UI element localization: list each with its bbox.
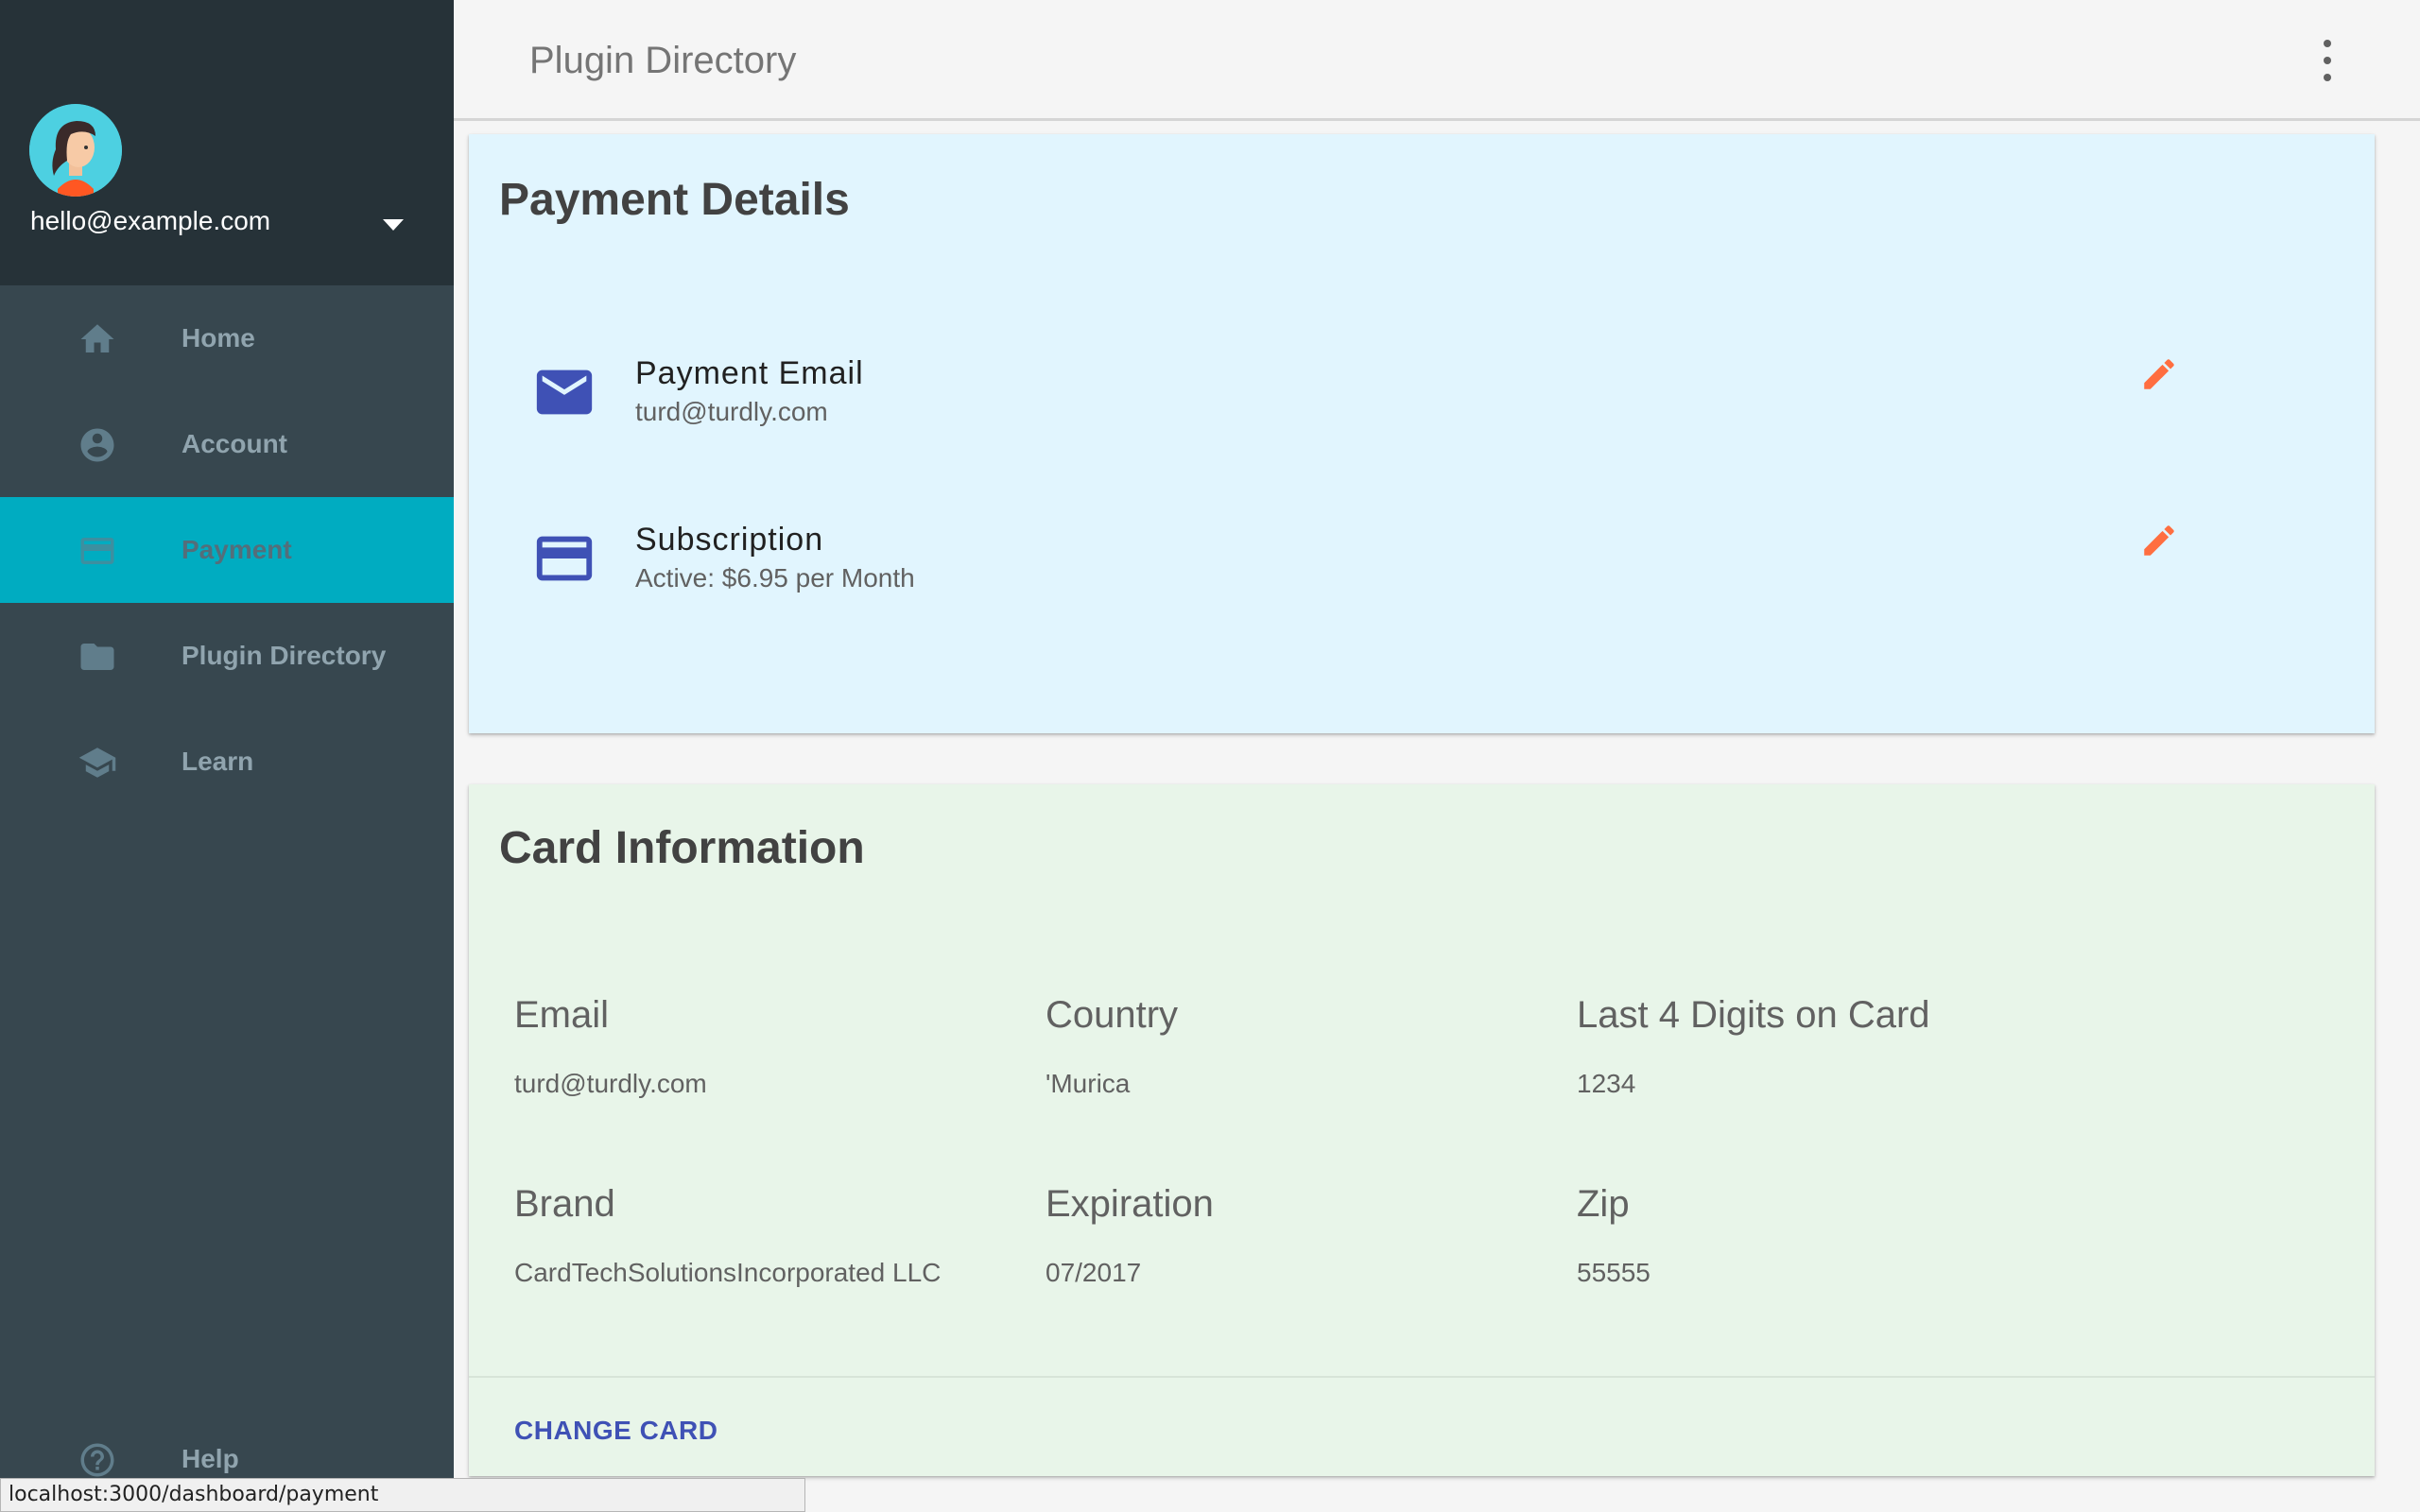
top-app-bar: Plugin Directory	[454, 0, 2420, 121]
email-icon	[531, 359, 597, 425]
change-card-button[interactable]: CHANGE CARD	[514, 1416, 718, 1446]
info-label: Brand	[514, 1183, 615, 1225]
sidebar-item-label: Help	[182, 1444, 239, 1473]
pencil-icon	[2144, 359, 2174, 389]
info-value: CardTechSolutionsIncorporated LLC	[514, 1258, 942, 1287]
subscription-title: Subscription	[635, 522, 824, 558]
info-value: 55555	[1577, 1258, 1651, 1287]
subscription-row: Subscription Active: $6.95 per Month	[469, 518, 2375, 622]
caret-down-icon	[383, 219, 404, 231]
card-information-card: Card Information Email turd@turdly.com C…	[469, 784, 2375, 1476]
sidebar-item-account[interactable]: Account	[0, 391, 454, 497]
sidebar-item-payment[interactable]: Payment	[0, 497, 454, 603]
folder-icon	[78, 637, 117, 677]
card-actions: CHANGE CARD	[469, 1376, 2375, 1476]
edit-payment-email-button[interactable]	[2136, 352, 2182, 397]
sidebar-item-label: Plugin Directory	[182, 641, 387, 670]
subscription-value: Active: $6.95 per Month	[635, 563, 915, 593]
more-vert-icon	[2324, 40, 2331, 47]
account-circle-icon	[78, 425, 117, 465]
sidebar-item-label: Payment	[182, 535, 292, 564]
pencil-icon	[2144, 525, 2174, 556]
card-title: Card Information	[499, 823, 865, 873]
card-title: Payment Details	[499, 175, 850, 225]
info-value: 07/2017	[1046, 1258, 1142, 1287]
info-label: Country	[1046, 994, 1179, 1036]
home-icon	[78, 319, 117, 359]
sidebar-header: hello@example.com	[0, 0, 454, 285]
info-field-email: Email turd@turdly.com	[514, 994, 1044, 1099]
payment-details-card: Payment Details Payment Email turd@turdl…	[469, 134, 2375, 733]
sidebar-item-learn[interactable]: Learn	[0, 709, 454, 815]
sidebar-nav: Home Account Payment Plugin Directory Le…	[0, 285, 454, 815]
info-field-zip: Zip 55555	[1577, 1183, 2106, 1288]
info-field-brand: Brand CardTechSolutionsIncorporated LLC	[514, 1183, 1044, 1288]
sidebar-item-label: Account	[182, 429, 287, 458]
info-value: 1234	[1577, 1069, 1636, 1098]
payment-email-row: Payment Email turd@turdly.com	[469, 352, 2375, 455]
info-label: Expiration	[1046, 1183, 1214, 1225]
payment-email-value: turd@turdly.com	[635, 397, 828, 426]
info-value: 'Murica	[1046, 1069, 1131, 1098]
payment-email-title: Payment Email	[635, 355, 864, 391]
sidebar: hello@example.com Home Account Payment P…	[0, 0, 454, 1512]
info-value: turd@turdly.com	[514, 1069, 707, 1098]
account-dropdown-button[interactable]	[378, 214, 408, 236]
sidebar-item-home[interactable]: Home	[0, 285, 454, 391]
sidebar-item-plugin-directory[interactable]: Plugin Directory	[0, 603, 454, 709]
info-label: Last 4 Digits on Card	[1577, 994, 1930, 1036]
sidebar-item-label: Home	[182, 323, 255, 352]
info-field-country: Country 'Murica	[1046, 994, 1575, 1099]
info-field-last4: Last 4 Digits on Card 1234	[1577, 994, 2106, 1099]
edit-subscription-button[interactable]	[2136, 518, 2182, 563]
avatar[interactable]	[29, 104, 122, 197]
user-email: hello@example.com	[30, 206, 271, 235]
school-icon	[78, 743, 117, 782]
help-circle-icon	[78, 1440, 117, 1480]
credit-card-icon	[78, 531, 117, 571]
info-label: Zip	[1577, 1183, 1630, 1225]
page-title: Plugin Directory	[529, 40, 797, 81]
info-field-expiration: Expiration 07/2017	[1046, 1183, 1575, 1288]
link-status-bar: localhost:3000/dashboard/payment	[0, 1478, 805, 1512]
credit-card-icon	[531, 525, 597, 592]
more-options-button[interactable]	[2318, 40, 2337, 81]
sidebar-item-label: Learn	[182, 747, 254, 776]
info-label: Email	[514, 994, 610, 1036]
